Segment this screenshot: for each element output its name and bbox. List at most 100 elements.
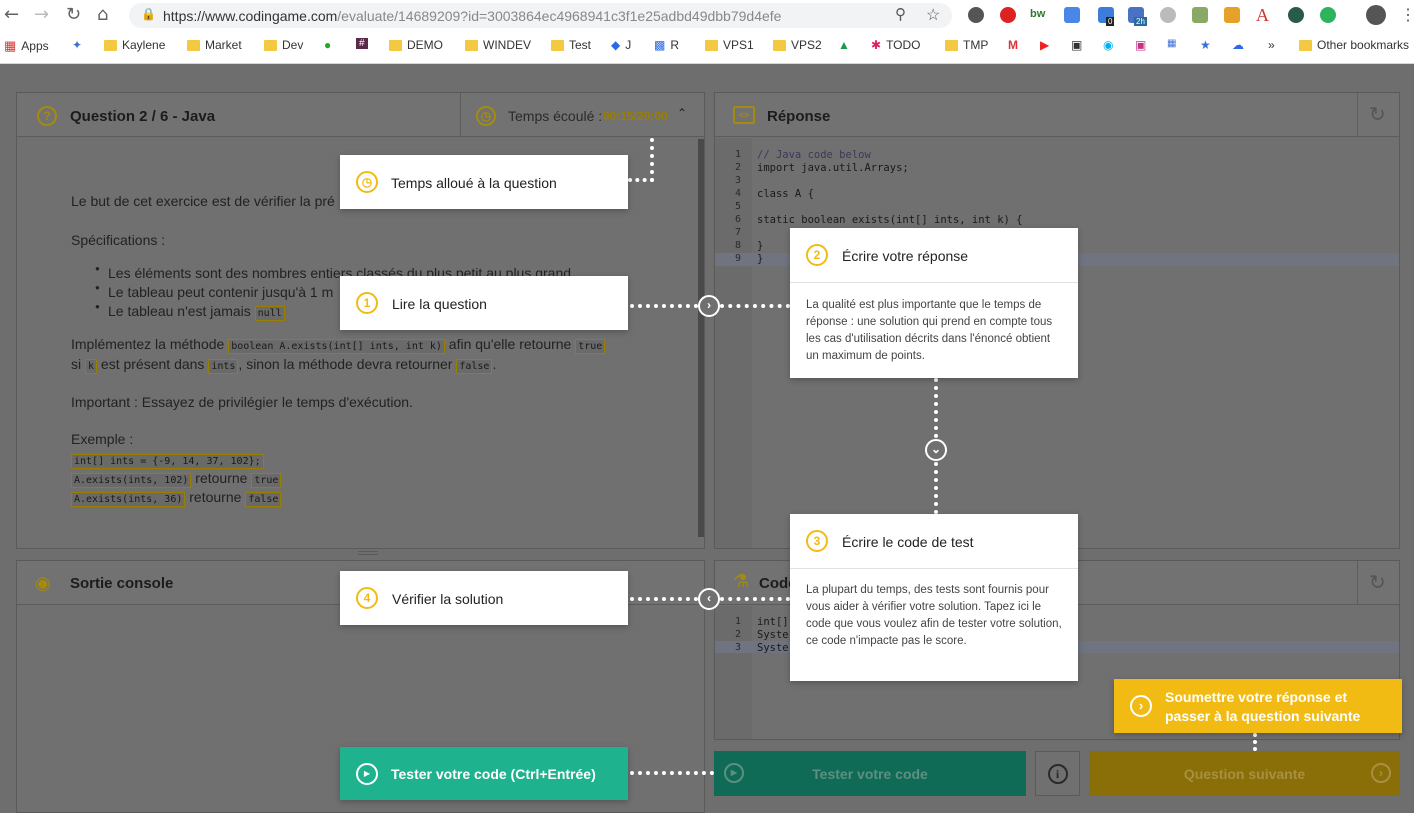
instagram-icon[interactable]: ▣ <box>1135 38 1146 52</box>
bookmark-vps2[interactable]: VPS2 <box>773 38 822 52</box>
grammarly-icon[interactable] <box>1320 7 1336 23</box>
test-code-button[interactable]: ▶ Tester votre code <box>714 751 1026 796</box>
home-icon[interactable]: ⌂ <box>97 4 108 25</box>
callout-4-title: Vérifier la solution <box>392 591 504 607</box>
drive-icon[interactable]: ▲ <box>838 38 850 52</box>
ext-badge-count: 0 <box>1106 17 1115 26</box>
important-note: Important : Essayez de privilégier le te… <box>71 394 413 410</box>
bookmark-j[interactable]: ◆ J <box>611 38 631 52</box>
eyedropper-icon[interactable] <box>1192 7 1208 23</box>
gmail-icon[interactable]: M <box>1008 38 1018 52</box>
font-ext-icon[interactable]: A <box>1256 5 1269 26</box>
folder-icon <box>104 39 117 51</box>
bullet: ● <box>95 264 100 273</box>
line-number: 8 <box>734 240 741 251</box>
puzzle-icon[interactable]: ✦ <box>72 38 82 52</box>
scrollbar[interactable] <box>698 139 704 537</box>
chevron-right-icon: › <box>698 295 720 317</box>
bookmark-todo[interactable]: ✱ TODO <box>871 38 921 52</box>
callout-2-title: Écrire votre réponse <box>842 248 969 264</box>
connector <box>650 138 654 182</box>
bookmark-dev[interactable]: Dev <box>264 38 303 52</box>
timer-label: Temps écoulé : <box>508 108 603 124</box>
callout-verify: 4 Vérifier la solution <box>340 571 628 625</box>
ext-icon-1[interactable] <box>968 7 984 23</box>
reload-icon[interactable]: ↻ <box>66 4 81 25</box>
callout-3-desc: La plupart du temps, des tests sont four… <box>806 584 1062 647</box>
line-number: 4 <box>734 188 741 199</box>
menu-icon[interactable]: ⋮ <box>1400 5 1414 25</box>
bookmark-apps[interactable]: ▦ Apps <box>4 38 49 54</box>
reset-icon[interactable]: ↻ <box>1369 570 1386 595</box>
callout-submit[interactable]: › Soumettre votre réponse et passer à la… <box>1114 679 1402 733</box>
code-line: import java.util.Arrays; <box>757 162 909 174</box>
bookmark-tmp[interactable]: TMP <box>945 38 988 52</box>
folder-icon <box>187 39 200 51</box>
callout-time: ◷ Temps alloué à la question <box>340 155 628 209</box>
bookmark-vps1[interactable]: VPS1 <box>705 38 754 52</box>
header-divider <box>1357 561 1358 605</box>
ext-s-icon[interactable] <box>1288 7 1304 23</box>
ext-bookmark-icon[interactable]: ● <box>324 38 331 52</box>
divider <box>790 568 1078 569</box>
bullet-3: Le tableau n'est jamais null <box>108 303 285 321</box>
translate-icon[interactable] <box>1064 7 1080 23</box>
spec-heading: Spécifications : <box>71 232 166 248</box>
code-line: int[] <box>757 616 789 628</box>
calendar-icon[interactable]: ▦ <box>1167 38 1176 49</box>
eye-icon: ◉ <box>35 573 51 593</box>
bw-icon[interactable]: bw <box>1030 8 1045 20</box>
bullet-2: Le tableau peut contenir jusqu'à 1 m <box>108 284 334 300</box>
address-bar[interactable]: 🔒 https://www.codingame.com/evaluate/146… <box>129 3 952 28</box>
bookmark-kaylene[interactable]: Kaylene <box>104 38 165 52</box>
info-button[interactable]: i <box>1035 751 1080 796</box>
bookmark-demo[interactable]: DEMO <box>389 38 443 52</box>
line-number: 3 <box>734 175 741 186</box>
line-number: 2 <box>734 629 741 640</box>
ext-map-icon[interactable] <box>1224 7 1240 23</box>
forward-icon[interactable]: → <box>34 4 49 25</box>
chevron-up-icon[interactable]: ⌃ <box>677 106 687 120</box>
info-icon: i <box>1047 763 1068 784</box>
line-number: 3 <box>734 642 741 653</box>
folder-icon <box>705 39 718 51</box>
opera-icon[interactable] <box>1000 7 1016 23</box>
connector <box>628 178 654 182</box>
callout-test-run[interactable]: ▶ Tester votre code (Ctrl+Entrée) <box>340 747 628 800</box>
resize-handle[interactable] <box>358 551 378 555</box>
callout-time-title: Temps alloué à la question <box>391 175 557 191</box>
back-icon[interactable]: ← <box>4 4 19 25</box>
bookmark-test[interactable]: Test <box>551 38 591 52</box>
cloud-icon[interactable] <box>1160 7 1176 23</box>
jira-icon: ◆ <box>611 38 621 52</box>
onedrive-icon[interactable]: ☁ <box>1232 38 1244 52</box>
question-intro: Le but de cet exercice est de vérifier l… <box>71 193 335 209</box>
line-number: 7 <box>734 227 741 238</box>
star-bookmark-icon[interactable]: ★ <box>1200 38 1211 52</box>
line-number: 1 <box>734 149 741 160</box>
lock-icon: 🔒 <box>141 7 156 21</box>
bookmark-market[interactable]: Market <box>187 38 242 52</box>
folder-icon <box>389 39 402 51</box>
question-header: ? Question 2 / 6 - Java ◷ Temps écoulé :… <box>17 93 704 137</box>
star-icon[interactable]: ☆ <box>926 5 940 25</box>
callout-1-title: Lire la question <box>392 296 487 312</box>
reset-icon[interactable]: ↻ <box>1369 102 1386 127</box>
skype-icon[interactable]: ◉ <box>1103 38 1113 52</box>
bookmark-hash[interactable]: # <box>356 38 368 49</box>
bookmarks-overflow[interactable]: » <box>1268 38 1275 52</box>
youtube-icon[interactable]: ▶ <box>1040 38 1049 52</box>
line-number: 1 <box>734 616 741 627</box>
play-icon: ▶ <box>724 763 744 783</box>
slack-icon: ✱ <box>871 38 882 52</box>
avatar[interactable] <box>1366 5 1386 25</box>
bookmark-other[interactable]: Other bookmarks <box>1299 38 1409 52</box>
next-question-button[interactable]: Question suivante › <box>1089 751 1400 796</box>
answer-title: Réponse <box>767 108 831 125</box>
connector <box>630 304 698 308</box>
bookmark-windev[interactable]: WINDEV <box>465 38 531 52</box>
bookmark-r[interactable]: ▩ R <box>654 38 679 52</box>
line-number: 9 <box>734 253 741 264</box>
ext-i-icon[interactable]: ▣ <box>1071 38 1082 52</box>
zoom-icon[interactable]: ⚲ <box>895 5 906 23</box>
